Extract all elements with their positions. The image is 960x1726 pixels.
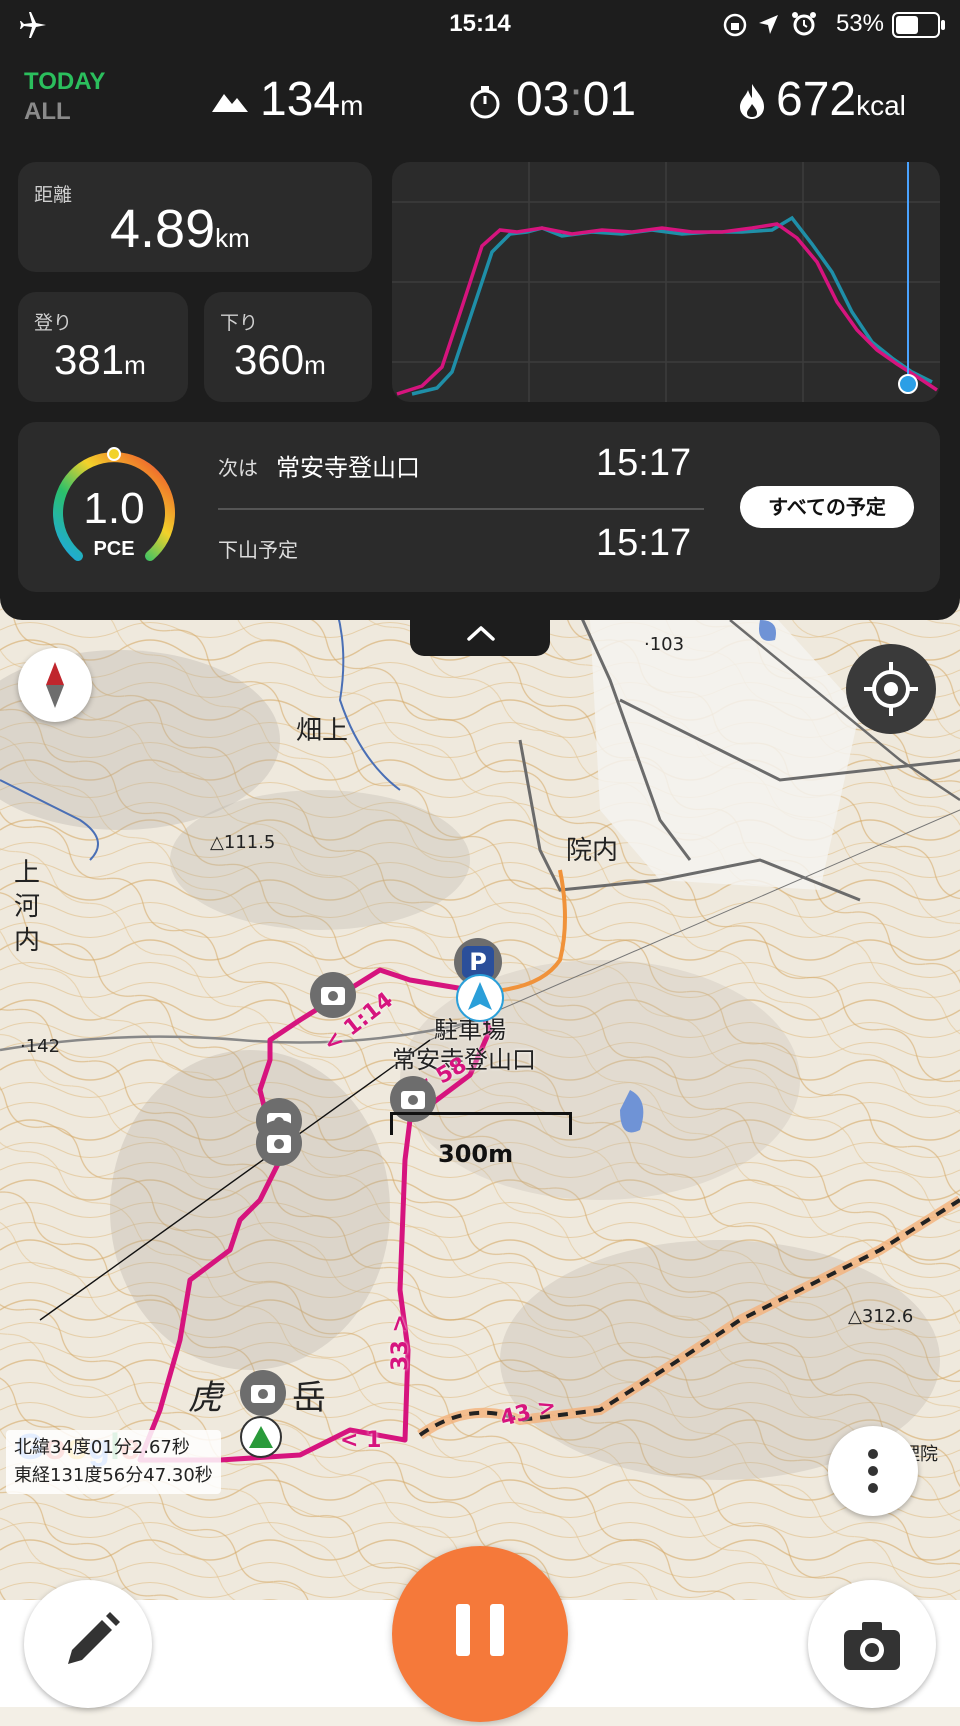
latitude-text: 北緯34度01分2.67秒 bbox=[14, 1437, 190, 1458]
next-waypoint-name: 常安寺登山口 bbox=[276, 454, 420, 482]
descent-card: 下り 360m bbox=[204, 292, 372, 402]
scale-label: 300m bbox=[438, 1140, 514, 1168]
photo-marker-icon[interactable] bbox=[240, 1370, 286, 1416]
ascent-unit: m bbox=[124, 350, 146, 380]
all-plans-button[interactable]: すべての予定 bbox=[740, 486, 914, 528]
next-waypoint-time: 15:17 bbox=[596, 442, 692, 484]
current-position-dot bbox=[898, 374, 918, 394]
distance-value: 4.89 bbox=[110, 199, 216, 259]
next-label: 次は bbox=[218, 456, 258, 480]
pencil-icon bbox=[68, 1612, 120, 1664]
route-time-label: 33 > bbox=[387, 1314, 413, 1371]
ascent-card: 登り 381m bbox=[18, 292, 188, 402]
mountain-icon bbox=[212, 94, 248, 112]
status-bar: 15:14 53% bbox=[0, 0, 960, 50]
elevation-value: 134 bbox=[260, 73, 341, 126]
camera-icon bbox=[844, 1622, 900, 1670]
elevation-profile-svg bbox=[392, 162, 940, 402]
place-label-kamikawachi: 上 河 内 bbox=[14, 858, 41, 956]
ascent-label: 登り bbox=[34, 312, 73, 334]
ascent-value: 381 bbox=[54, 336, 125, 383]
battery-icon bbox=[892, 12, 945, 38]
distance-card: 距離 4.89km bbox=[18, 162, 372, 272]
pace-label: PCE bbox=[93, 538, 135, 560]
stopwatch-icon bbox=[470, 86, 500, 119]
locate-me-button[interactable] bbox=[846, 644, 936, 734]
edit-button[interactable] bbox=[24, 1580, 152, 1708]
period-today[interactable]: TODAY bbox=[24, 68, 105, 96]
place-label-tora: 虎 bbox=[188, 1378, 222, 1418]
photo-marker-icon[interactable] bbox=[256, 1120, 302, 1166]
elevation-point-103: ·103 bbox=[644, 634, 685, 655]
flame-icon bbox=[740, 84, 764, 119]
timer-minutes: 01 bbox=[582, 73, 637, 126]
calories-unit: kcal bbox=[856, 90, 906, 121]
crosshair-icon bbox=[864, 662, 918, 716]
elevation-unit: m bbox=[340, 90, 364, 121]
timer-hours: 03 bbox=[516, 73, 570, 126]
current-location-icon bbox=[456, 974, 504, 1022]
elevation-line-planned bbox=[411, 215, 933, 396]
descent-unit: m bbox=[304, 350, 326, 380]
distance-unit: km bbox=[215, 223, 250, 253]
calories-value: 672 bbox=[776, 73, 857, 126]
longitude-text: 東経131度56分47.30秒 bbox=[14, 1465, 213, 1486]
finish-label: 下山予定 bbox=[218, 538, 298, 562]
photo-marker-icon[interactable] bbox=[310, 972, 356, 1018]
elevation-point-142: ·142 bbox=[20, 1036, 61, 1057]
elevation-profile-chart[interactable] bbox=[392, 162, 940, 402]
compass-button[interactable] bbox=[18, 648, 92, 722]
route-time-label: < 1 bbox=[340, 1428, 382, 1453]
elevation-point-3126: △312.6 bbox=[848, 1306, 914, 1327]
pause-recording-button[interactable] bbox=[392, 1546, 568, 1722]
elevation-point-1115: △111.5 bbox=[210, 832, 276, 853]
more-options-button[interactable] bbox=[828, 1426, 918, 1516]
elevation-line-actual bbox=[396, 222, 938, 396]
tracking-dashboard: 15:14 53% TODAY ALL 134m 03:01 672kcal 距… bbox=[0, 0, 960, 620]
more-vertical-icon bbox=[868, 1449, 878, 1493]
battery-percent: 53% bbox=[835, 10, 884, 37]
finish-time: 15:17 bbox=[596, 522, 692, 564]
distance-label: 距離 bbox=[34, 184, 73, 206]
place-label-innai: 院内 bbox=[566, 836, 619, 866]
chevron-up-icon bbox=[467, 626, 495, 641]
camera-button[interactable] bbox=[808, 1580, 936, 1708]
scale-bar bbox=[390, 1112, 572, 1135]
location-arrow-icon bbox=[756, 12, 782, 43]
compass-icon bbox=[46, 662, 64, 708]
descent-label: 下り bbox=[220, 312, 259, 334]
collapse-panel-button[interactable] bbox=[410, 610, 550, 656]
place-label-dake: 岳 bbox=[292, 1378, 326, 1418]
alarm-icon bbox=[790, 10, 818, 43]
summit-marker-icon[interactable] bbox=[240, 1416, 282, 1458]
coordinate-readout: 北緯34度01分2.67秒 東経131度56分47.30秒 bbox=[6, 1430, 221, 1494]
period-all[interactable]: ALL bbox=[24, 98, 105, 126]
pace-value: 1.0 bbox=[83, 484, 145, 533]
descent-value: 360 bbox=[234, 336, 305, 383]
period-toggle[interactable]: TODAY ALL bbox=[24, 68, 105, 126]
divider bbox=[218, 508, 704, 510]
orientation-lock-icon bbox=[722, 12, 748, 43]
place-label-hatakami: 畑上 bbox=[296, 716, 349, 746]
pause-icon bbox=[456, 1604, 504, 1656]
